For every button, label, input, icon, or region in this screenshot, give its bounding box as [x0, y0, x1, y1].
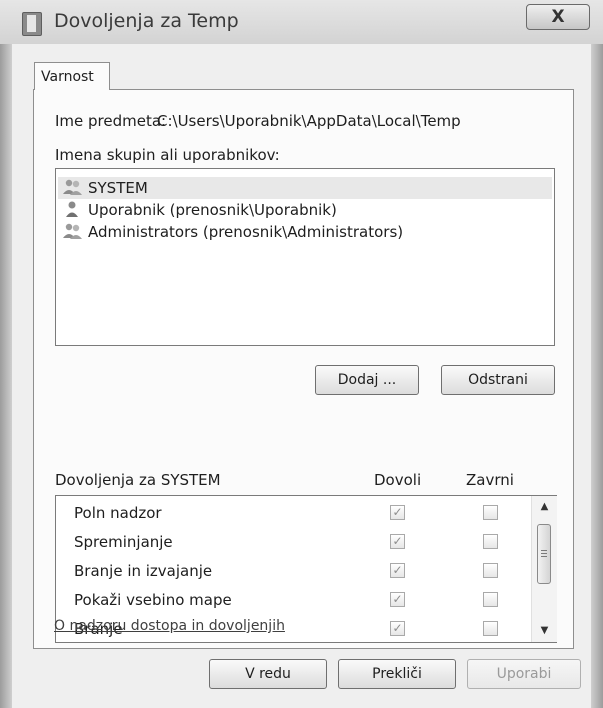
object-name-value: C:\Users\Uporabnik\AppData\Local\Temp	[157, 112, 461, 130]
list-item-label: Uporabnik (prenosnik\Uporabnik)	[88, 201, 337, 219]
ok-button[interactable]: V redu	[209, 659, 327, 689]
permission-row-pokazi-vsebino-mape: Pokaži vsebino mape ✓	[56, 587, 530, 616]
access-control-help-link[interactable]: O nadzoru dostopa in dovoljenjih	[54, 618, 285, 634]
apply-button: Uporabi	[467, 659, 581, 689]
permission-row-poln-nadzor: Poln nadzor ✓	[56, 500, 530, 529]
groups-label: Imena skupin ali uporabnikov:	[55, 146, 280, 164]
group-icon	[63, 223, 82, 239]
allow-checkbox[interactable]: ✓	[390, 505, 405, 520]
list-item-system[interactable]: SYSTEM	[58, 177, 552, 199]
list-item-label: Administrators (prenosnik\Administrators…	[88, 223, 404, 241]
deny-checkbox[interactable]	[483, 563, 498, 578]
close-button[interactable]: X	[526, 4, 590, 30]
group-icon	[63, 179, 82, 195]
scrollbar-thumb[interactable]	[537, 524, 551, 584]
folder-permissions-icon	[22, 12, 42, 36]
remove-button[interactable]: Odstrani	[441, 365, 555, 395]
permission-row-branje-in-izvajanje: Branje in izvajanje ✓	[56, 558, 530, 587]
tab-varnost[interactable]: Varnost	[34, 62, 110, 90]
allow-checkbox[interactable]: ✓	[390, 621, 405, 636]
deny-checkbox[interactable]	[483, 505, 498, 520]
window-title: Dovoljenja za Temp	[54, 10, 239, 32]
permissions-scrollbar[interactable]: ▲ ▼	[531, 496, 557, 642]
security-panel: Ime predmeta: C:\Users\Uporabnik\AppData…	[33, 89, 574, 649]
permission-name: Branje in izvajanje	[74, 562, 213, 580]
window-frame-right	[591, 44, 603, 708]
user-icon	[66, 201, 78, 217]
list-item-label: SYSTEM	[88, 179, 148, 197]
deny-checkbox[interactable]	[483, 534, 498, 549]
allow-checkbox[interactable]: ✓	[390, 592, 405, 607]
add-button[interactable]: Dodaj ...	[315, 365, 419, 395]
cancel-button[interactable]: Prekliči	[338, 659, 456, 689]
allow-checkbox[interactable]: ✓	[390, 534, 405, 549]
allow-column-header: Dovoli	[374, 471, 422, 489]
deny-column-header: Zavrni	[466, 471, 514, 489]
window-frame-left	[0, 44, 12, 708]
dialog-client-area: Varnost Ime predmeta: C:\Users\Uporabnik…	[12, 44, 591, 708]
permission-name: Poln nadzor	[74, 504, 162, 522]
permission-row-spreminjanje: Spreminjanje ✓	[56, 529, 530, 558]
list-item-administrators[interactable]: Administrators (prenosnik\Administrators…	[62, 221, 403, 243]
object-name-label: Ime predmeta:	[55, 112, 167, 130]
permission-name: Spreminjanje	[74, 533, 173, 551]
allow-checkbox[interactable]: ✓	[390, 563, 405, 578]
permission-name: Pokaži vsebino mape	[74, 591, 232, 609]
deny-checkbox[interactable]	[483, 592, 498, 607]
list-item-uporabnik[interactable]: Uporabnik (prenosnik\Uporabnik)	[62, 199, 337, 221]
scroll-up-arrow-icon[interactable]: ▲	[532, 496, 557, 518]
title-bar: Dovoljenja za Temp X	[0, 0, 603, 44]
scroll-down-arrow-icon[interactable]: ▼	[532, 620, 557, 642]
groups-listbox[interactable]: SYSTEM Uporabnik (prenosnik\Uporabnik) A…	[55, 168, 555, 346]
deny-checkbox[interactable]	[483, 621, 498, 636]
permissions-header: Dovoljenja za SYSTEM	[55, 471, 221, 489]
grip-icon	[541, 550, 547, 558]
